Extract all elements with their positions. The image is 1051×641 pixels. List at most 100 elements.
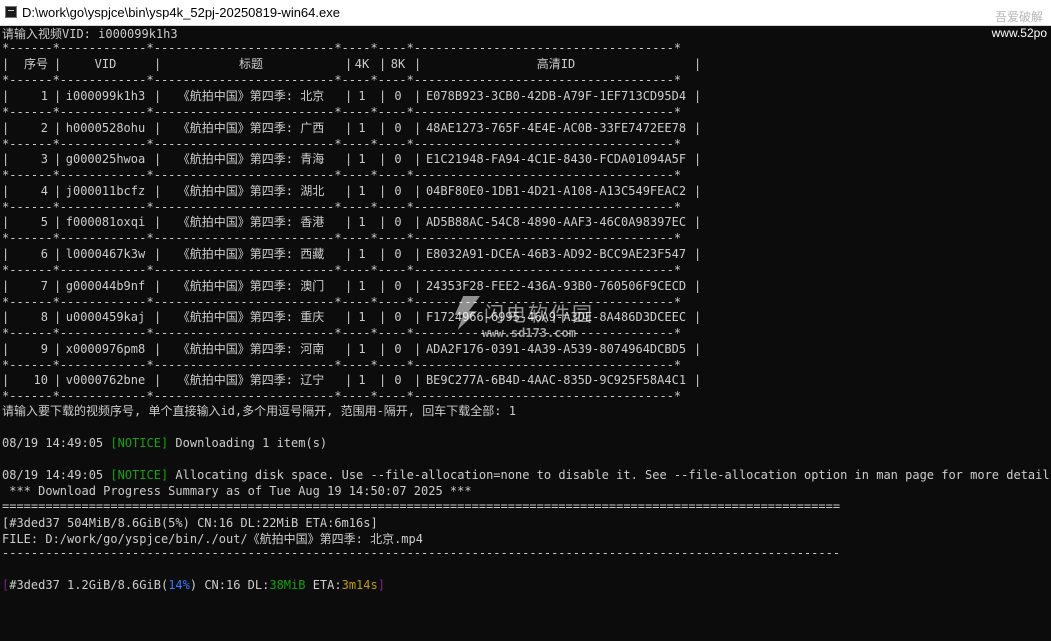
table-row: | | | | | | | 8 u0000459kaj 《航拍中国》第四季: 重庆 1 0 F17249… bbox=[2, 309, 702, 325]
column-divider: | bbox=[694, 57, 702, 71]
table-cell-vid: u0000459kaj bbox=[65, 310, 146, 325]
table-border-line: *------*------------*-------------------… bbox=[2, 41, 682, 55]
progress-percent: 14% bbox=[168, 578, 190, 592]
table-row: | | | | | | | 7 g000044b9nf 《航拍中国》第四季: 澳门 1 0 24353F… bbox=[2, 278, 702, 294]
progress-connections: ) CN:16 DL: bbox=[189, 578, 270, 592]
column-divider: | bbox=[694, 120, 702, 135]
table-row: | | | | | | | 10 v0000762bne 《航拍中国》第四季: 辽宁 1 0 BE9C2… bbox=[2, 372, 702, 388]
window-titlebar[interactable]: D:\work\go\yspjce\bin\ysp4k_52pj-2025081… bbox=[0, 0, 1051, 26]
table-cell-title: 《航拍中国》第四季: 广西 bbox=[177, 120, 325, 135]
table-row: | | | | | | | 1 i000099k1h3 《航拍中国》第四季: 北京 1 0 E078B9… bbox=[2, 88, 702, 104]
table-cell-no: 9 bbox=[40, 341, 48, 356]
table-cell-title: 《航拍中国》第四季: 香港 bbox=[177, 215, 325, 230]
table-cell-hdid: F1724966-6995-46A9-A3DE-8A486D3DCEEC bbox=[425, 310, 687, 325]
notice-tag: NOTICE bbox=[117, 468, 161, 482]
table-border-line: *------*------------*-------------------… bbox=[2, 231, 682, 246]
table-cell-hdid: E078B923-3CB0-42DB-A79F-1EF713CD95D4 bbox=[425, 89, 687, 103]
table-cell-k4: 1 bbox=[358, 373, 366, 388]
table-row: | | | | | | | 5 f000081oxqi 《航拍中国》第四季: 香港 1 0 AD5B88… bbox=[2, 214, 702, 230]
column-header: 4K bbox=[354, 57, 370, 71]
download-speed: 38MiB bbox=[269, 578, 306, 592]
table-cell-vid: x0000976pm8 bbox=[65, 341, 146, 356]
log-timestamp: 08/19 14:49:05 bbox=[2, 436, 111, 450]
table-border-line: *------*------------*-------------------… bbox=[2, 136, 682, 151]
column-divider: | bbox=[694, 152, 702, 167]
table-border-line: *------*------------*-------------------… bbox=[2, 326, 682, 341]
table-cell-hdid: 24353F28-FEE2-436A-93B0-760506F9CECD bbox=[425, 278, 687, 293]
progress-id-size: #3ded37 1.2GiB/8.6GiB( bbox=[9, 578, 169, 592]
table-cell-title: 《航拍中国》第四季: 重庆 bbox=[177, 310, 325, 325]
notice-tag: NOTICE bbox=[117, 436, 161, 450]
column-header: 序号 bbox=[23, 57, 48, 71]
table-cell-k8: 0 bbox=[394, 310, 402, 325]
table-cell-k4: 1 bbox=[358, 152, 366, 167]
table-cell-no: 6 bbox=[40, 247, 48, 261]
table-border-line: *------*------------*-------------------… bbox=[2, 73, 682, 87]
table-cell-vid: f000081oxqi bbox=[65, 215, 146, 230]
table-cell-hdid: 04BF80E0-1DB1-4D21-A108-A13C549FEAC2 bbox=[425, 183, 687, 198]
table-border-line: *------*------------*-------------------… bbox=[2, 105, 682, 119]
table-cell-hdid: 48AE1273-765F-4E4E-AC0B-33FE7472EE78 bbox=[425, 120, 687, 135]
table-cell-title: 《航拍中国》第四季: 湖北 bbox=[177, 183, 325, 198]
table-cell-k4: 1 bbox=[358, 89, 366, 103]
column-divider: | bbox=[694, 373, 702, 388]
log-message: Downloading 1 item(s) bbox=[168, 436, 328, 450]
progress-line-1: [#3ded37 504MiB/8.6GiB(5%) CN:16 DL:22Mi… bbox=[2, 516, 378, 530]
table-cell-title: 《航拍中国》第四季: 北京 bbox=[177, 89, 325, 103]
column-divider: | bbox=[694, 247, 702, 261]
table-cell-k8: 0 bbox=[394, 120, 402, 135]
log-line-downloading: 08/19 14:49:05 [NOTICE] Downloading 1 it… bbox=[2, 435, 327, 451]
progress-summary-heading: *** Download Progress Summary as of Tue … bbox=[2, 484, 472, 498]
table-cell-vid: l0000467k3w bbox=[65, 247, 146, 261]
table-cell-k4: 1 bbox=[358, 215, 366, 230]
table-cell-no: 10 bbox=[33, 373, 48, 388]
table-border-line: *------*------------*-------------------… bbox=[2, 263, 682, 277]
table-cell-vid: h0000528ohu bbox=[65, 120, 146, 135]
table-row: | | | | | | | 9 x0000976pm8 《航拍中国》第四季: 河南 1 0 ADA2F1… bbox=[2, 341, 702, 357]
table-cell-k8: 0 bbox=[394, 341, 402, 356]
progress-line-live: [#3ded37 1.2GiB/8.6GiB(14%) CN:16 DL:38M… bbox=[2, 577, 385, 593]
table-cell-k4: 1 bbox=[358, 247, 366, 261]
table-cell-no: 3 bbox=[40, 152, 48, 167]
table-cell-no: 5 bbox=[40, 215, 48, 230]
table-cell-vid: j000011bcfz bbox=[65, 183, 146, 198]
column-divider: | bbox=[694, 215, 702, 230]
table-border-line: *------*------------*-------------------… bbox=[2, 294, 682, 309]
table-cell-title: 《航拍中国》第四季: 辽宁 bbox=[177, 373, 325, 388]
notice-bracket-open: [ bbox=[110, 468, 118, 482]
table-cell-no: 8 bbox=[40, 310, 48, 325]
table-cell-k4: 1 bbox=[358, 341, 366, 356]
table-cell-k8: 0 bbox=[394, 215, 402, 230]
table-row: | | | | | | | 6 l0000467k3w 《航拍中国》第四季: 西藏 1 0 E8032A… bbox=[2, 246, 702, 262]
table-cell-vid: g000025hwoa bbox=[65, 152, 146, 167]
table-cell-title: 《航拍中国》第四季: 青海 bbox=[177, 152, 325, 167]
log-message: Allocating disk space. Use --file-alloca… bbox=[168, 468, 1049, 482]
table-row: | | | | | | | 3 g000025hwoa 《航拍中国》第四季: 青海 1 0 E1C219… bbox=[2, 151, 702, 167]
column-header: VID bbox=[94, 57, 117, 71]
table-cell-vid: g000044b9nf bbox=[65, 278, 146, 293]
selection-prompt-line: 请输入要下载的视频序号, 单个直接输入id,多个用逗号隔开, 范围用-隔开, 回… bbox=[2, 404, 516, 418]
table-cell-no: 7 bbox=[40, 278, 48, 293]
table-cell-k4: 1 bbox=[358, 278, 366, 293]
column-divider: | bbox=[694, 341, 702, 356]
table-cell-vid: v0000762bne bbox=[65, 373, 146, 388]
table-cell-hdid: AD5B88AC-54C8-4890-AAF3-46C0A98397EC bbox=[425, 215, 687, 230]
table-border-line: *------*------------*-------------------… bbox=[2, 199, 682, 214]
table-cell-k8: 0 bbox=[394, 247, 402, 261]
single-rule: ----------------------------------------… bbox=[2, 546, 840, 560]
window-title: D:\work\go\yspjce\bin\ysp4k_52pj-2025081… bbox=[22, 5, 340, 20]
column-divider: | bbox=[694, 310, 702, 325]
log-timestamp: 08/19 14:49:05 bbox=[2, 468, 111, 482]
table-cell-k8: 0 bbox=[394, 152, 402, 167]
log-line-allocating: 08/19 14:49:05 [NOTICE] Allocating disk … bbox=[2, 467, 1049, 483]
table-cell-hdid: ADA2F176-0391-4A39-A539-8074964DCBD5 bbox=[425, 341, 687, 356]
table-cell-title: 《航拍中国》第四季: 澳门 bbox=[177, 278, 325, 293]
table-cell-no: 4 bbox=[40, 183, 48, 198]
column-header: 标题 bbox=[238, 57, 263, 71]
table-cell-k8: 0 bbox=[394, 278, 402, 293]
column-divider: | bbox=[694, 278, 702, 293]
table-border-line: *------*------------*-------------------… bbox=[2, 168, 682, 183]
table-border-line: *------*------------*-------------------… bbox=[2, 389, 682, 404]
table-cell-k4: 1 bbox=[358, 183, 366, 198]
console-output[interactable]: 请输入视频VID: i000099k1h3 *------*----------… bbox=[2, 26, 1049, 640]
